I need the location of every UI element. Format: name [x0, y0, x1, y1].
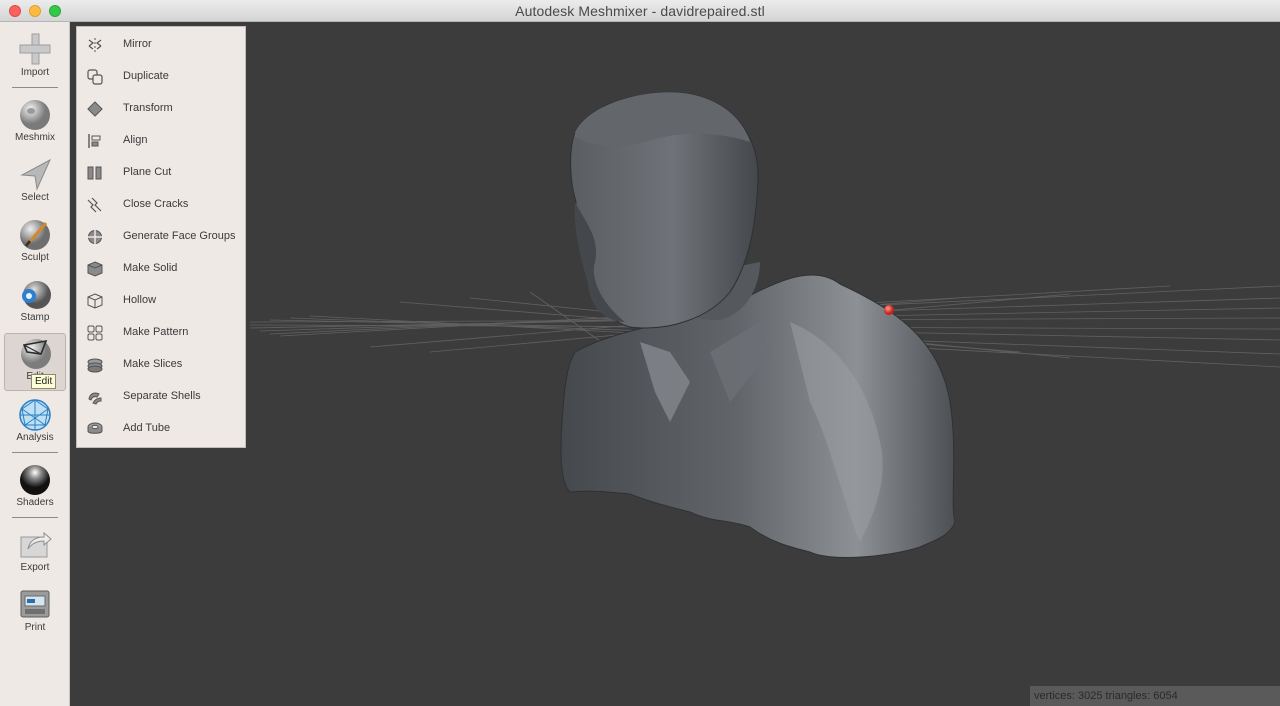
title-bar: Autodesk Meshmixer - davidrepaired.stl [0, 0, 1280, 22]
menu-item-transform[interactable]: Transform [77, 93, 245, 125]
menu-item-label: Close Cracks [123, 198, 189, 210]
menu-item-label: Align [123, 134, 148, 146]
menu-item-label: Make Pattern [123, 326, 189, 338]
toolbar-sculpt-button[interactable]: Sculpt [4, 215, 66, 273]
menu-item-separate-shells[interactable]: Separate Shells [77, 381, 245, 413]
make-pattern-icon [87, 325, 103, 341]
bunny-ball-icon [20, 100, 50, 130]
menu-item-mirror[interactable]: Mirror [77, 29, 245, 61]
toolbar-label: Shaders [16, 497, 54, 508]
cursor-arrow-icon [20, 158, 52, 191]
menu-item-label: Duplicate [123, 70, 169, 82]
toolbar-meshmix-button[interactable]: Meshmix [4, 95, 66, 153]
align-icon [88, 134, 101, 148]
menu-item-make-slices[interactable]: Make Slices [77, 349, 245, 381]
menu-item-label: Plane Cut [123, 166, 172, 178]
toolbar-label: Select [21, 192, 49, 203]
face-groups-icon [88, 230, 102, 244]
menu-item-label: Add Tube [123, 422, 171, 434]
menu-item-label: Make Slices [123, 358, 183, 370]
toolbar-label: Analysis [16, 432, 54, 443]
menu-item-align[interactable]: Align [77, 125, 245, 157]
menu-item-add-tube[interactable]: Add Tube [77, 413, 245, 445]
menu-item-close-cracks[interactable]: Close Cracks [77, 189, 245, 221]
menu-item-label: Hollow [123, 294, 157, 306]
toolbar-label: Export [20, 562, 50, 573]
make-slices-icon [87, 358, 103, 373]
chrome-sphere-icon [20, 465, 50, 495]
toolbar-shaders-button[interactable]: Shaders [4, 460, 66, 518]
toolbar-label: Sculpt [21, 252, 49, 263]
brush-sphere-icon [20, 220, 50, 250]
edit-mesh-icon [21, 339, 51, 369]
menu-item-label: Separate Shells [123, 390, 201, 402]
menu-item-label: Generate Face Groups [123, 230, 236, 242]
make-solid-icon [87, 261, 103, 277]
mirror-icon [88, 38, 102, 52]
toolbar-select-button[interactable]: Select [4, 155, 66, 213]
hollow-icon [87, 293, 103, 309]
scene-canvas [249, 91, 1280, 558]
stamp-sphere-icon [22, 281, 51, 309]
menu-item-make-solid[interactable]: Make Solid [77, 253, 245, 285]
menu-item-duplicate[interactable]: Duplicate [77, 61, 245, 93]
3d-viewport[interactable]: vertices: 3025 triangles: 6054 [70, 22, 1280, 706]
close-cracks-icon [87, 197, 102, 213]
toolbar-import-button[interactable]: Import [4, 30, 66, 88]
menu-item-hollow[interactable]: Hollow [77, 285, 245, 317]
toolbar-print-button[interactable]: Print [4, 585, 66, 643]
toolbar-label: Meshmix [14, 132, 55, 143]
wireframe-sphere-icon [19, 399, 51, 431]
toolbar-label: Import [20, 67, 50, 78]
transform-icon [87, 101, 103, 117]
meshmixer-window: Autodesk Meshmixer - davidrepaired.stl I… [0, 0, 1280, 706]
duplicate-icon [87, 69, 103, 85]
toolbar-analysis-button[interactable]: Analysis [4, 395, 66, 453]
edit-submenu: Mirror Duplicate Transform Align Plane C… [76, 26, 246, 448]
menu-item-label: Make Solid [123, 262, 178, 274]
toolbar-stamp-button[interactable]: Stamp [4, 275, 66, 333]
toolbar-divider [12, 452, 58, 453]
separate-shells-icon [88, 392, 102, 405]
main-toolbar: Import Meshmix Select Sculpt Stamp Edit … [0, 22, 70, 706]
plane-cut-icon [87, 166, 102, 180]
menu-item-generate-face-groups[interactable]: Generate Face Groups [77, 221, 245, 253]
edit-tooltip: Edit [31, 374, 57, 389]
pivot-point-icon[interactable] [884, 305, 894, 315]
toolbar-label: Print [24, 622, 46, 633]
menu-item-make-pattern[interactable]: Make Pattern [77, 317, 245, 349]
toolbar-export-button[interactable]: Export [4, 525, 66, 583]
toolbar-divider [12, 517, 58, 518]
toolbar-label: Stamp [20, 312, 50, 323]
toolbar-divider [12, 87, 58, 88]
window-title: Autodesk Meshmixer - davidrepaired.stl [515, 3, 765, 19]
mesh-stats-status: vertices: 3025 triangles: 6054 [1030, 686, 1280, 706]
plus-icon [19, 33, 51, 65]
printer-icon [20, 590, 50, 618]
menu-item-label: Mirror [123, 38, 152, 50]
menu-item-label: Transform [123, 102, 173, 114]
add-tube-icon [87, 422, 103, 434]
export-arrow-icon [20, 531, 52, 558]
menu-item-plane-cut[interactable]: Plane Cut [77, 157, 245, 189]
